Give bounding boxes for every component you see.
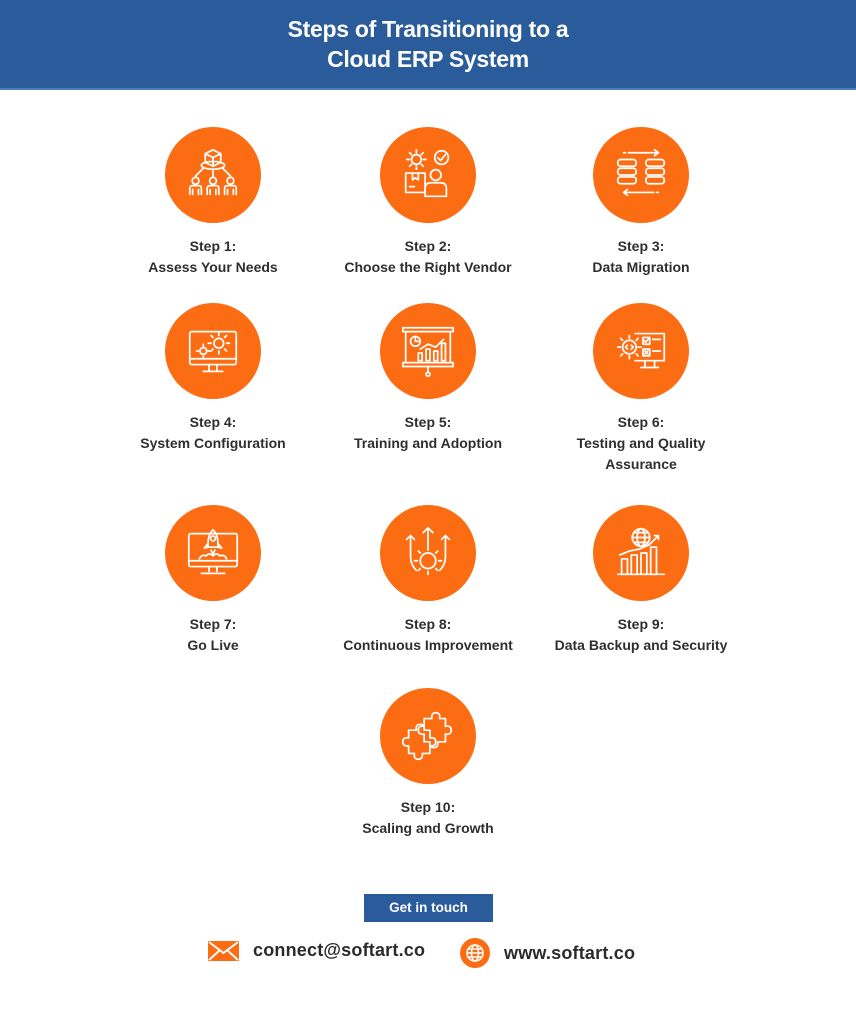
step-9-title: Data Backup and Security <box>554 637 728 653</box>
step-2-badge <box>380 127 476 223</box>
hierarchy-people-icon <box>188 148 238 196</box>
step-1-badge <box>165 127 261 223</box>
step-8-title: Continuous Improvement <box>343 637 513 653</box>
puzzle-pieces-icon <box>401 711 453 761</box>
step-5-number: Step 5: <box>404 414 452 430</box>
data-migration-icon <box>616 148 666 197</box>
step-1-number: Step 1: <box>189 238 237 254</box>
contact-email[interactable]: connect@softart.co <box>208 940 425 961</box>
step-2-title: Choose the Right Vendor <box>344 259 512 275</box>
website-link[interactable]: www.softart.co <box>504 943 635 964</box>
step-3: Step 3: Data Migration <box>541 127 741 278</box>
vendor-selection-icon <box>404 148 450 198</box>
step-3-title: Data Migration <box>592 259 690 275</box>
system-configuration-icon <box>188 330 238 373</box>
step-8-badge <box>380 505 476 601</box>
step-6-badge <box>593 303 689 399</box>
step-10-badge <box>380 688 476 784</box>
step-6: Step 6: Testing and Quality Assurance <box>541 303 741 475</box>
step-9-badge <box>593 505 689 601</box>
step-5-title: Training and Adoption <box>353 435 503 451</box>
step-2: Step 2: Choose the Right Vendor <box>328 127 528 278</box>
header-banner: Steps of Transitioning to a Cloud ERP Sy… <box>0 0 856 90</box>
training-presentation-icon <box>401 326 455 378</box>
step-10-number: Step 10: <box>400 799 456 815</box>
page-title: Steps of Transitioning to a Cloud ERP Sy… <box>0 14 856 74</box>
step-1: Step 1: Assess Your Needs <box>113 127 313 278</box>
title-line-1: Steps of Transitioning to a <box>287 16 569 42</box>
globe-icon <box>460 938 490 968</box>
step-1-title: Assess Your Needs <box>148 259 278 275</box>
step-10-title: Scaling and Growth <box>362 820 494 836</box>
step-6-title: Testing and Quality Assurance <box>576 435 706 472</box>
contact-website[interactable]: www.softart.co <box>460 938 635 968</box>
step-4: Step 4: System Configuration <box>113 303 313 454</box>
step-4-number: Step 4: <box>189 414 237 430</box>
rocket-launch-icon <box>187 528 239 575</box>
step-3-badge <box>593 127 689 223</box>
step-3-number: Step 3: <box>617 238 665 254</box>
step-9-number: Step 9: <box>617 616 665 632</box>
testing-qa-icon <box>616 332 666 369</box>
step-7-badge <box>165 505 261 601</box>
step-5-badge <box>380 303 476 399</box>
title-line-2: Cloud ERP System <box>327 46 529 72</box>
step-2-number: Step 2: <box>404 238 452 254</box>
email-link[interactable]: connect@softart.co <box>253 940 425 961</box>
step-4-title: System Configuration <box>140 435 286 451</box>
step-7-number: Step 7: <box>189 616 237 632</box>
gear-arrows-up-icon <box>405 526 451 576</box>
step-7: Step 7: Go Live <box>113 505 313 656</box>
step-4-badge <box>165 303 261 399</box>
step-7-title: Go Live <box>187 637 239 653</box>
step-8-number: Step 8: <box>404 616 452 632</box>
globe-growth-chart-icon <box>616 527 666 576</box>
get-in-touch-button[interactable]: Get in touch <box>364 894 493 922</box>
step-5: Step 5: Training and Adoption <box>328 303 528 454</box>
step-8: Step 8: Continuous Improvement <box>328 505 528 656</box>
step-10: Step 10: Scaling and Growth <box>328 688 528 839</box>
step-6-number: Step 6: <box>617 414 665 430</box>
step-9: Step 9: Data Backup and Security <box>541 505 741 656</box>
envelope-icon <box>208 940 239 961</box>
